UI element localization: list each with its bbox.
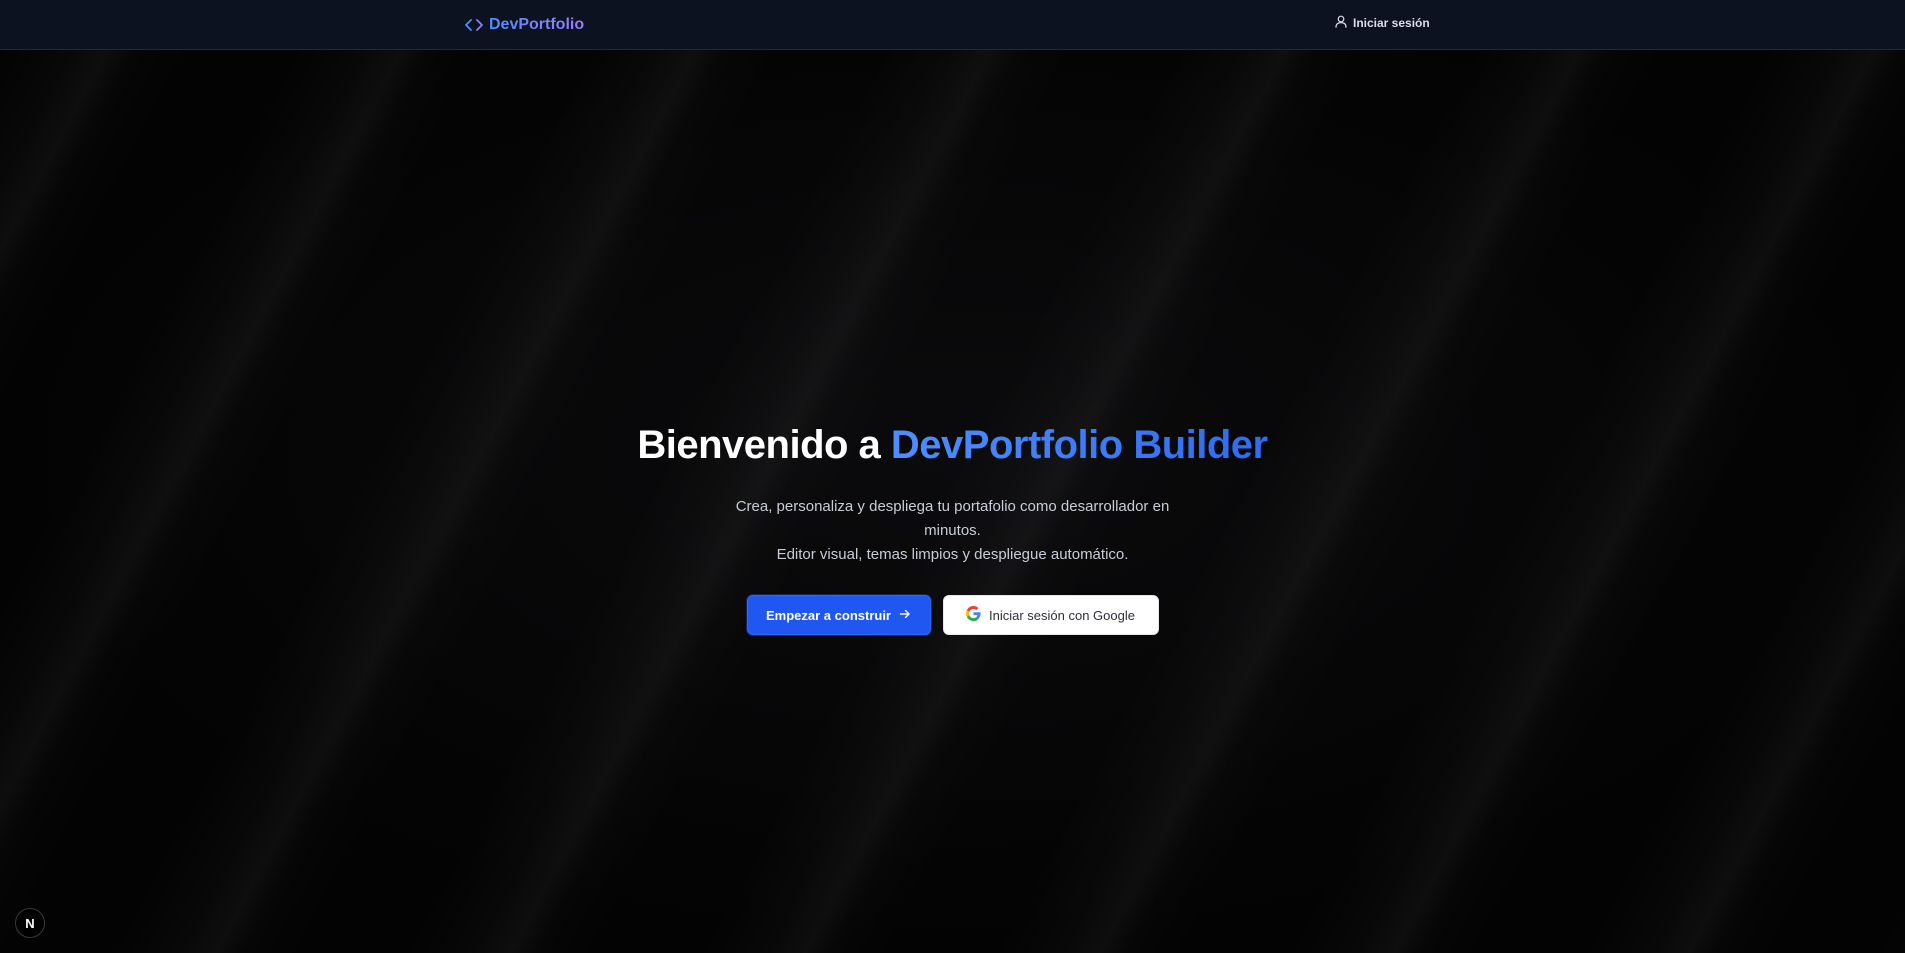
google-login-button[interactable]: Iniciar sesión con Google xyxy=(942,595,1159,635)
login-label: Iniciar sesión xyxy=(1353,16,1430,30)
google-icon xyxy=(966,606,981,624)
brand-link[interactable]: DevPortfolio xyxy=(465,14,584,36)
nextjs-icon: N xyxy=(25,915,35,931)
hero-title-prefix: Bienvenido a xyxy=(637,423,891,467)
hero-title-accent: DevPortfolio Builder xyxy=(890,423,1268,467)
start-building-button[interactable]: Empezar a construir xyxy=(746,595,931,635)
nextjs-dev-badge[interactable]: N xyxy=(15,908,45,938)
hero-section: Bienvenido a DevPortfolio Builder Crea, … xyxy=(0,420,1905,567)
hero-subtitle-line2: Editor visual, temas limpios y despliegu… xyxy=(776,546,1129,563)
arrow-right-icon xyxy=(899,608,911,623)
hero-subtitle-line1: Crea, personaliza y despliega tu portafo… xyxy=(735,498,1170,539)
start-building-label: Empezar a construir xyxy=(766,607,891,623)
hero-title: Bienvenido a DevPortfolio Builder xyxy=(0,420,1905,470)
google-login-label: Iniciar sesión con Google xyxy=(989,607,1135,623)
hero-actions: Empezar a construir Iniciar sesión con G… xyxy=(0,595,1905,635)
brand-name: DevPortfolio xyxy=(489,16,585,33)
user-icon xyxy=(1335,15,1347,31)
navbar: DevPortfolio Iniciar sesión xyxy=(0,0,1905,50)
login-link[interactable]: Iniciar sesión xyxy=(1335,15,1430,31)
code-brackets-icon xyxy=(465,18,483,32)
landing-page: DevPortfolio Iniciar sesión Bienvenido a… xyxy=(0,0,1905,953)
hero-subtitle: Crea, personaliza y despliega tu portafo… xyxy=(718,495,1188,567)
